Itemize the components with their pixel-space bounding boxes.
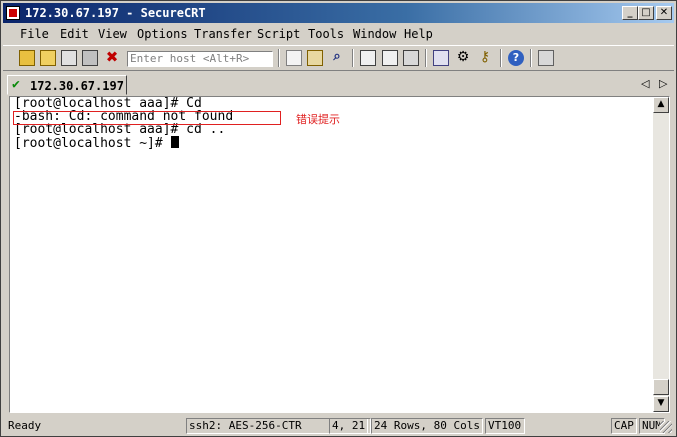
resize-grip[interactable] (660, 421, 672, 433)
menu-tools[interactable]: Tools (308, 27, 344, 41)
menu-script[interactable]: Script (257, 27, 300, 41)
error-highlight-box (13, 111, 281, 125)
status-cursor-position: 4, 21 (329, 418, 371, 434)
sftp-icon[interactable] (538, 50, 554, 66)
connect-in-tab-icon[interactable] (61, 50, 77, 66)
scroll-up-arrow-icon[interactable]: ▲ (653, 97, 669, 113)
connected-check-icon: ✔ (12, 77, 20, 92)
scroll-down-arrow-icon[interactable]: ▼ (653, 396, 669, 412)
global-options-icon[interactable]: ⚙ (455, 50, 471, 66)
session-options-icon[interactable] (433, 50, 449, 66)
error-annotation: 错误提示 (296, 113, 340, 126)
terminal-line: [root@localhost ~]# (14, 136, 171, 151)
connect-icon[interactable] (19, 50, 35, 66)
find-icon[interactable]: ⌕ (329, 50, 345, 66)
scrollbar-thumb[interactable] (653, 379, 669, 395)
tab-session[interactable]: ✔ 172.30.67.197 (7, 75, 127, 95)
vertical-scrollbar[interactable]: ▲ ▼ (653, 97, 669, 412)
print-screen-icon[interactable] (360, 50, 376, 66)
close-button[interactable]: ✕ (656, 6, 672, 20)
help-icon[interactable]: ? (508, 50, 524, 66)
app-window: 172.30.67.197 - SecureCRT _ □ ✕ File Edi… (0, 0, 677, 437)
title-bar: 172.30.67.197 - SecureCRT _ □ ✕ (3, 3, 674, 23)
menu-transfer[interactable]: Transfer (194, 27, 252, 41)
toolbar-separator (530, 49, 532, 67)
keymap-icon[interactable]: ⚷ (477, 50, 493, 66)
menu-options[interactable]: Options (137, 27, 188, 41)
terminal-cursor (170, 136, 179, 148)
status-terminal-type: VT100 (485, 418, 525, 434)
terminal-view[interactable]: [root@localhost aaa]# Cd -bash: Cd: comm… (9, 96, 670, 413)
copy-icon[interactable] (286, 50, 302, 66)
minimize-button[interactable]: _ (622, 6, 638, 20)
toolbar-separator (352, 49, 354, 67)
tab-next-arrow-icon[interactable]: ▷ (659, 77, 667, 90)
status-ready: Ready (8, 419, 42, 432)
tab-label: 172.30.67.197 (30, 79, 124, 93)
maximize-button[interactable]: □ (638, 6, 654, 20)
menu-edit[interactable]: Edit (60, 27, 89, 41)
print-selection-icon[interactable] (382, 50, 398, 66)
status-terminal-size: 24 Rows, 80 Cols (371, 418, 483, 434)
toolbar-separator (425, 49, 427, 67)
toolbar-separator (500, 49, 502, 67)
toolbar-separator (278, 49, 280, 67)
disconnect-icon[interactable]: ✖ (104, 50, 120, 66)
menu-view[interactable]: View (98, 27, 127, 41)
menu-file[interactable]: File (20, 27, 49, 41)
window-title: 172.30.67.197 - SecureCRT (25, 6, 206, 20)
print-icon[interactable] (403, 50, 419, 66)
tab-prev-arrow-icon[interactable]: ◁ (641, 77, 649, 90)
paste-icon[interactable] (307, 50, 323, 66)
securecrt-app-icon (6, 6, 20, 20)
quick-connect-icon[interactable] (40, 50, 56, 66)
reconnect-icon[interactable] (82, 50, 98, 66)
toolbar: ✖ Enter host <Alt+R> ⌕ ⚙ ⚷ ? (3, 45, 674, 71)
status-caps: CAP (611, 418, 637, 434)
status-bar: Ready ssh2: AES-256-CTR 4, 21 24 Rows, 8… (3, 417, 674, 435)
menu-bar: File Edit View Options Transfer Script T… (3, 24, 674, 44)
host-input[interactable]: Enter host <Alt+R> (127, 51, 273, 67)
menu-window[interactable]: Window (353, 27, 396, 41)
terminal-prompt-line: [root@localhost ~]# (14, 136, 233, 151)
menu-help[interactable]: Help (404, 27, 433, 41)
session-tab-bar: ✔ 172.30.67.197 ◁ ▷ (3, 73, 674, 95)
